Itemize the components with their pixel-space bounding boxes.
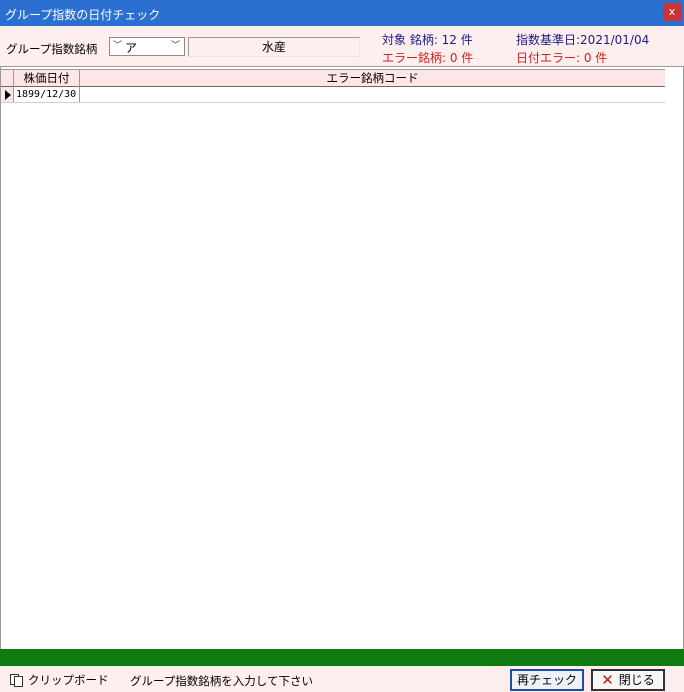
window-title: グループ指数の日付チェック: [5, 8, 161, 22]
close-button[interactable]: ✕ 閉じる: [591, 669, 665, 691]
status-message: グループ指数銘柄を入力して下さい: [130, 674, 313, 688]
column-header-date[interactable]: 株価日付: [14, 70, 80, 87]
chevron-down-icon[interactable]: ﹀: [111, 39, 124, 54]
cell-error-code[interactable]: [80, 87, 665, 102]
error-count: エラー銘柄: 0 件: [382, 51, 474, 65]
group-index-value: ア: [125, 41, 138, 55]
base-date: 指数基準日:2021/01/04: [516, 33, 650, 47]
footer-bar: クリップボード グループ指数銘柄を入力して下さい 再チェック ✕ 閉じる: [0, 666, 684, 692]
filter-header: グループ指数銘柄 ﹀ ア ﹀ 水産 対象 銘柄: 12 件 エラー銘柄: 0 件…: [0, 26, 684, 66]
chevron-down-icon[interactable]: ﹀: [169, 39, 182, 54]
cell-date[interactable]: 1899/12/30: [14, 87, 80, 102]
close-icon: ✕: [601, 671, 614, 689]
group-index-label: グループ指数銘柄: [6, 42, 98, 56]
target-count: 対象 銘柄: 12 件: [382, 33, 473, 47]
date-error-count: 日付エラー: 0 件: [516, 51, 608, 65]
window-close-button[interactable]: x: [663, 3, 681, 21]
group-name-field: 水産: [188, 37, 360, 57]
close-label: 閉じる: [618, 673, 655, 687]
error-grid[interactable]: 株価日付 エラー銘柄コード 1899/12/30: [0, 66, 684, 649]
clipboard-icon: [10, 673, 24, 687]
clipboard-button[interactable]: クリップボード: [10, 672, 109, 688]
progress-bar: [0, 649, 684, 666]
row-header-corner: [1, 70, 14, 87]
grid-header: 株価日付 エラー銘柄コード: [1, 69, 665, 87]
current-row-arrow-icon: [5, 90, 11, 100]
title-bar: グループ指数の日付チェック x: [0, 0, 684, 26]
table-row[interactable]: 1899/12/30: [1, 87, 665, 103]
group-index-combo[interactable]: ﹀ ア ﹀: [109, 37, 185, 56]
column-header-error-code[interactable]: エラー銘柄コード: [80, 70, 665, 87]
row-selector[interactable]: [1, 87, 14, 102]
recheck-button[interactable]: 再チェック: [510, 669, 584, 691]
clipboard-label: クリップボード: [28, 673, 109, 687]
